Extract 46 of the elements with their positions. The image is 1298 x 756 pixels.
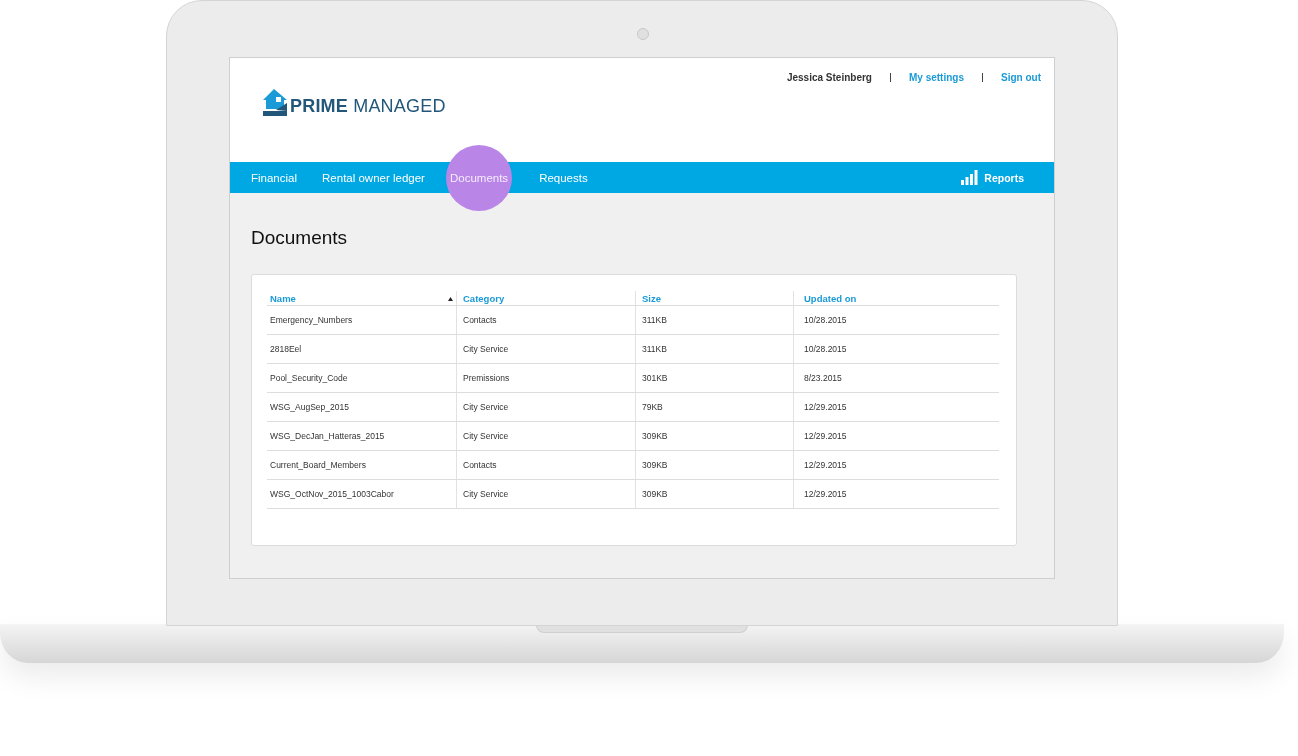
table-cell: 309KB bbox=[642, 460, 668, 470]
house-logo-icon bbox=[262, 87, 288, 117]
table-cell: 301KB bbox=[642, 373, 668, 383]
table-cell: 79KB bbox=[642, 402, 663, 412]
table-cell: 309KB bbox=[642, 431, 668, 441]
table-cell: Emergency_Numbers bbox=[270, 315, 353, 325]
logo-wordmark: PRIME MANAGED bbox=[290, 96, 446, 117]
header-link[interactable]: Sign out bbox=[1001, 72, 1041, 83]
table-cell: City Service bbox=[463, 489, 509, 499]
table-cell: 10/28.2015 bbox=[804, 315, 847, 325]
table-cell: WSG_AugSep_2015 bbox=[270, 402, 349, 412]
user-name: Jessica Steinberg bbox=[786, 72, 872, 83]
page-title: Documents bbox=[251, 227, 349, 249]
nav-tab[interactable]: Documents bbox=[449, 171, 509, 184]
table-cell: 12/29.2015 bbox=[804, 489, 847, 499]
table-cell: 311KB bbox=[642, 344, 667, 354]
column-header[interactable]: Size bbox=[642, 293, 661, 304]
column-header[interactable]: Updated on bbox=[804, 293, 857, 304]
table-cell: Contacts bbox=[463, 460, 497, 470]
header-link[interactable]: My settings bbox=[909, 72, 964, 83]
table-cell: WSG_OctNov_2015_1003Cabor bbox=[270, 489, 394, 499]
table-cell: City Service bbox=[463, 344, 509, 354]
table-cell: 2818Eel bbox=[270, 344, 302, 354]
table-cell: 12/29.2015 bbox=[804, 460, 847, 470]
table-cell: Current_Board_Members bbox=[270, 460, 366, 470]
table-cell: 12/29.2015 bbox=[804, 402, 847, 412]
table-cell: WSG_DecJan_Hatteras_2015 bbox=[270, 431, 385, 441]
column-header[interactable]: Category bbox=[463, 293, 505, 304]
nav-tab[interactable]: Financial bbox=[251, 171, 298, 184]
camera-icon bbox=[637, 28, 649, 40]
nav-tab[interactable]: Requests bbox=[539, 171, 588, 184]
sort-ascending-icon[interactable] bbox=[448, 296, 453, 301]
table-cell: Pool_Security_Code bbox=[270, 373, 348, 383]
table-cell: 12/29.2015 bbox=[804, 431, 847, 441]
bar-chart-icon bbox=[961, 170, 979, 185]
table-cell: 309KB bbox=[642, 489, 668, 499]
table-cell: 8/23.2015 bbox=[804, 373, 842, 383]
table-cell: Contacts bbox=[463, 315, 497, 325]
table-cell: 10/28.2015 bbox=[804, 344, 847, 354]
column-header[interactable]: Name bbox=[270, 293, 296, 304]
reports-link[interactable]: Reports bbox=[984, 171, 1024, 184]
table-cell: Premissions bbox=[463, 373, 510, 383]
table-cell: 311KB bbox=[642, 315, 667, 325]
table-cell: City Service bbox=[463, 402, 509, 412]
table-cell: City Service bbox=[463, 431, 509, 441]
nav-tab[interactable]: Rental owner ledger bbox=[322, 171, 425, 184]
